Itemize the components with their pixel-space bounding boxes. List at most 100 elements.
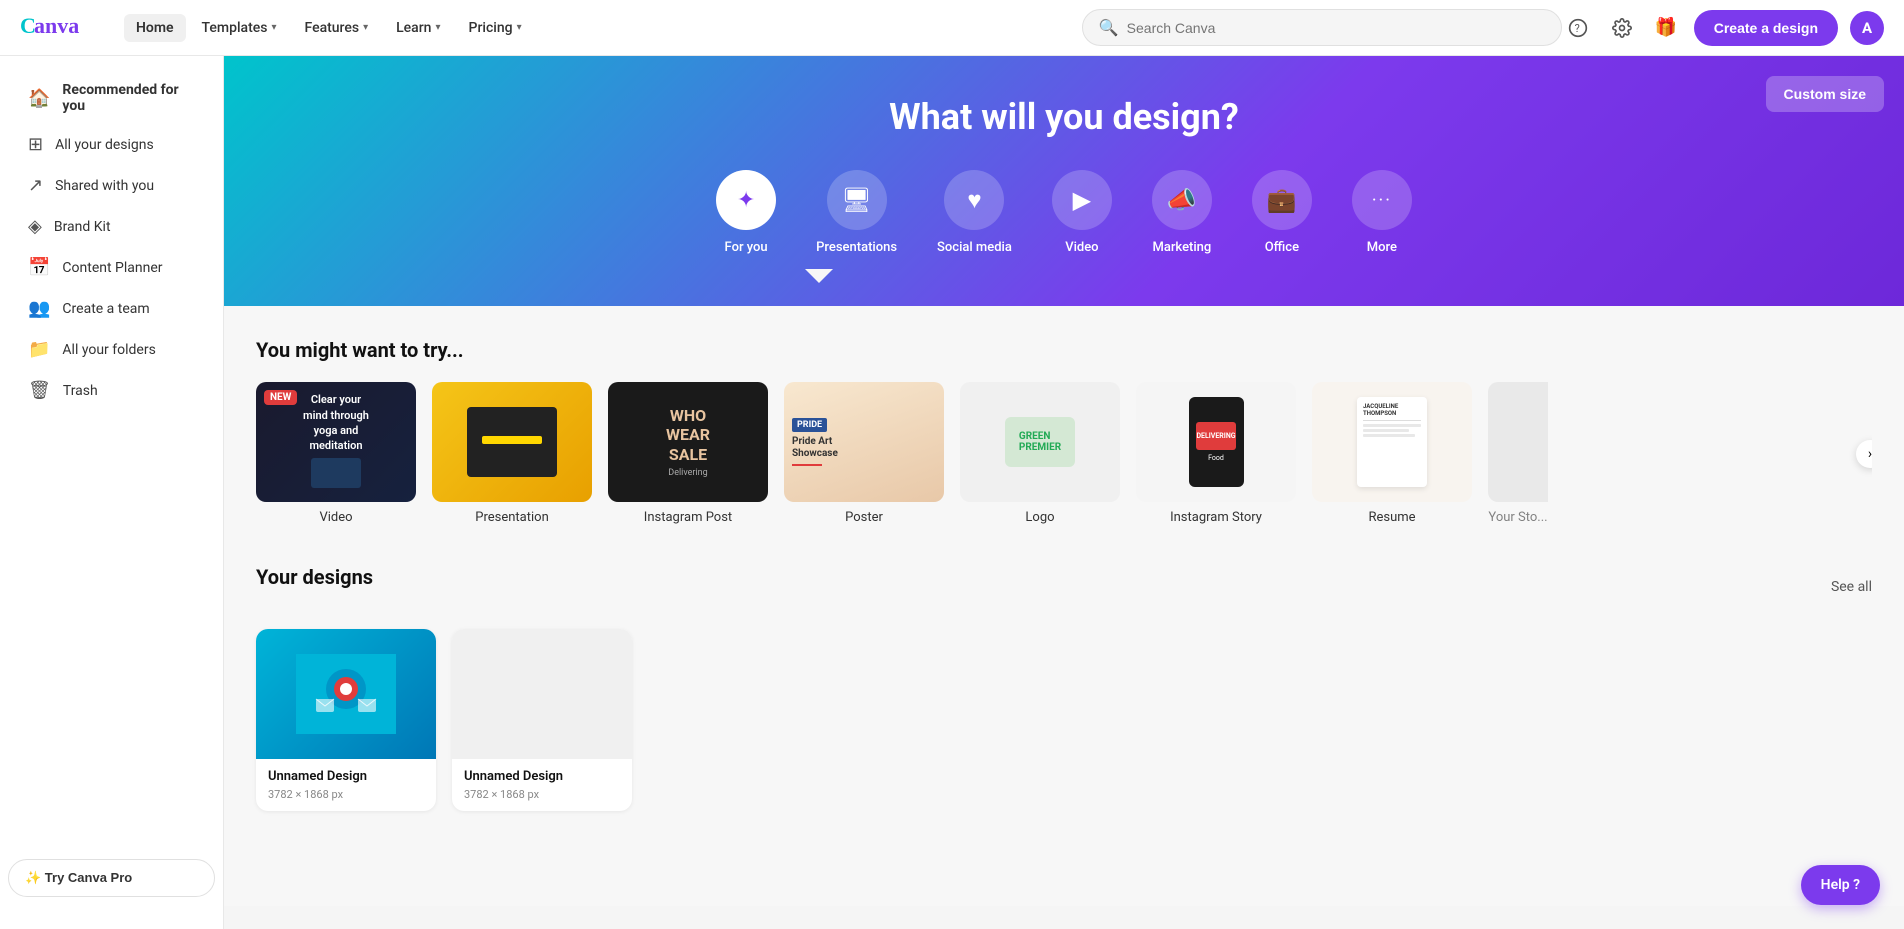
main-content-area: You might want to try... NEW Clear yourm… [224, 306, 1904, 906]
sidebar-item-all-designs[interactable]: ⊞ All your designs [8, 124, 215, 165]
design-name-2: Unnamed Design [464, 769, 620, 784]
designs-row: Unnamed Design 3782 × 1868 px Unnamed D [256, 629, 1872, 811]
instagram-thumbnail: WHOWEARSALE Delivering [608, 382, 768, 502]
sidebar-item-folders[interactable]: 📁 All your folders [8, 329, 215, 370]
design-preview-svg-2 [492, 654, 592, 734]
your-story-label-text: Your Sto... [1488, 510, 1548, 525]
custom-size-button[interactable]: Custom size [1766, 76, 1884, 112]
design-preview-svg-1 [296, 654, 396, 734]
video-thumbnail: NEW Clear yourmind throughyoga andmedita… [256, 382, 416, 502]
try-section: You might want to try... NEW Clear yourm… [256, 338, 1872, 525]
new-badge: NEW [264, 390, 297, 405]
search-input[interactable] [1127, 20, 1545, 36]
design-info-1: Unnamed Design 3782 × 1868 px [256, 759, 436, 811]
sidebar-item-shared[interactable]: ↗ Shared with you [8, 165, 215, 206]
create-design-button[interactable]: Create a design [1694, 10, 1838, 46]
video-icon: ▶ [1073, 186, 1091, 214]
see-all-link[interactable]: See all [1831, 579, 1872, 595]
hero-title: What will you design? [284, 96, 1844, 138]
logo-thumbnail: GREENPREMIER [960, 382, 1120, 502]
template-card-presentation[interactable]: Presentation [432, 382, 592, 525]
poster-thumbnail: PRIDE Pride ArtShowcase [784, 382, 944, 502]
design-name-1: Unnamed Design [268, 769, 424, 784]
search-bar: 🔍 [1082, 9, 1562, 46]
main-content: Custom size What will you design? ✦ For … [224, 56, 1904, 929]
template-card-resume[interactable]: JACQUELINETHOMPSON Resume [1312, 382, 1472, 525]
presentation-icon: 🖥 [841, 186, 871, 214]
design-card-1[interactable]: Unnamed Design 3782 × 1868 px [256, 629, 436, 811]
hero-arrow-indicator [284, 261, 1844, 275]
sidebar-item-recommended[interactable]: 🏠 Recommended for you [8, 72, 215, 124]
marketing-icon: 📣 [1167, 186, 1197, 214]
template-card-logo[interactable]: GREENPREMIER Logo [960, 382, 1120, 525]
hero-icons-row: ✦ For you 🖥 Presentations ♥ Social m [284, 170, 1844, 263]
home-icon: 🏠 [28, 88, 50, 109]
nav-features[interactable]: Features ▾ [293, 14, 381, 42]
hero-icon-social-media[interactable]: ♥ Social media [937, 170, 1012, 263]
avatar[interactable]: A [1850, 11, 1884, 45]
marketing-label: Marketing [1152, 240, 1211, 263]
for-you-icon-circle: ✦ [716, 170, 776, 230]
folder-icon: 📁 [28, 339, 50, 360]
video-label: Video [1065, 240, 1098, 263]
template-card-instagram-story[interactable]: DELIVERING Food Instagram Story [1136, 382, 1296, 525]
hero-icon-more[interactable]: ··· More [1352, 170, 1412, 263]
presentations-label: Presentations [816, 240, 897, 263]
brand-icon: ◈ [28, 216, 42, 237]
template-card-poster[interactable]: PRIDE Pride ArtShowcase Poster [784, 382, 944, 525]
designs-section-header: Your designs See all [256, 565, 1872, 609]
template-card-your-story[interactable]: Your Sto... [1488, 382, 1548, 525]
more-icon-circle: ··· [1352, 170, 1412, 230]
instagram-story-thumbnail: DELIVERING Food [1136, 382, 1296, 502]
hero-icon-video[interactable]: ▶ Video [1052, 170, 1112, 263]
logo-label-text: Logo [960, 510, 1120, 525]
grid-icon: ⊞ [28, 134, 43, 155]
designs-section-title: Your designs [256, 565, 373, 589]
nav-pricing[interactable]: Pricing ▾ [457, 14, 534, 42]
nav-home[interactable]: Home [124, 14, 186, 42]
carousel-next-button[interactable]: › [1856, 440, 1872, 468]
hero-banner: Custom size What will you design? ✦ For … [224, 56, 1904, 306]
more-label: More [1367, 240, 1397, 263]
social-media-label: Social media [937, 240, 1012, 263]
nav-learn[interactable]: Learn ▾ [384, 14, 452, 42]
help-icon-btn[interactable]: ? [1562, 12, 1594, 44]
templates-row: NEW Clear yourmind throughyoga andmedita… [256, 382, 1872, 525]
team-icon: 👥 [28, 298, 50, 319]
presentations-icon-circle: 🖥 [827, 170, 887, 230]
hero-icon-presentations[interactable]: 🖥 Presentations [816, 170, 897, 263]
try-section-title: You might want to try... [256, 338, 1872, 362]
nav-links: Home Templates ▾ Features ▾ Learn ▾ Pric… [124, 14, 1082, 42]
sidebar-item-create-team[interactable]: 👥 Create a team [8, 288, 215, 329]
heart-icon: ♥ [967, 186, 981, 215]
presentation-thumbnail [432, 382, 592, 502]
svg-text:anva: anva [34, 13, 79, 38]
canva-logo[interactable]: C anva [20, 11, 100, 45]
sidebar-item-content-planner[interactable]: 📅 Content Planner [8, 247, 215, 288]
template-card-video[interactable]: NEW Clear yourmind throughyoga andmedita… [256, 382, 416, 525]
resume-thumbnail: JACQUELINETHOMPSON [1312, 382, 1472, 502]
star-icon: ✦ [737, 188, 755, 213]
hero-icon-marketing[interactable]: 📣 Marketing [1152, 170, 1212, 263]
nav-templates[interactable]: Templates ▾ [190, 14, 289, 42]
sidebar-item-trash[interactable]: 🗑 Trash [8, 370, 215, 411]
share-icon: ↗ [28, 175, 43, 196]
chevron-down-icon: ▾ [435, 22, 440, 33]
sidebar-item-brand-kit[interactable]: ◈ Brand Kit [8, 206, 215, 247]
settings-icon-btn[interactable] [1606, 12, 1638, 44]
trash-icon: 🗑 [28, 380, 51, 401]
design-size-2: 3782 × 1868 px [464, 788, 620, 801]
design-card-2[interactable]: Unnamed Design 3782 × 1868 px [452, 629, 632, 811]
marketing-icon-circle: 📣 [1152, 170, 1212, 230]
gift-icon-btn[interactable]: 🎁 [1650, 12, 1682, 44]
try-pro-button[interactable]: ✨ Try Canva Pro [8, 859, 215, 897]
office-label: Office [1265, 240, 1299, 263]
social-media-icon-circle: ♥ [944, 170, 1004, 230]
design-info-2: Unnamed Design 3782 × 1868 px [452, 759, 632, 811]
nav-actions: ? 🎁 Create a design A [1562, 10, 1884, 46]
for-you-label: For you [725, 240, 768, 263]
help-button[interactable]: Help ? [1801, 865, 1880, 905]
template-card-instagram[interactable]: WHOWEARSALE Delivering Instagram Post [608, 382, 768, 525]
hero-icon-for-you[interactable]: ✦ For you [716, 170, 776, 263]
hero-icon-office[interactable]: 💼 Office [1252, 170, 1312, 263]
